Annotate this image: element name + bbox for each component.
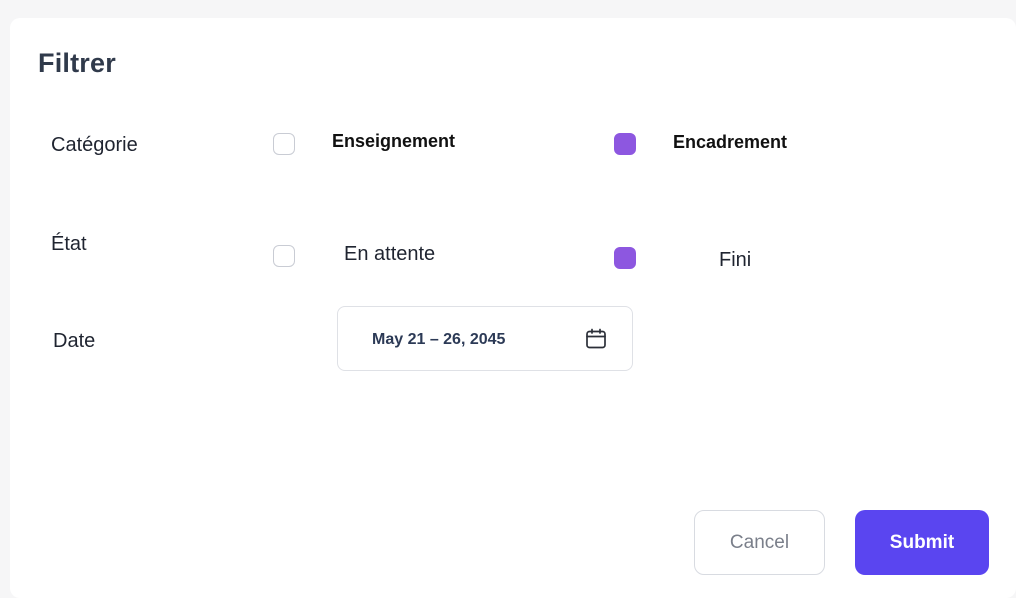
option-label-fini: Fini	[719, 249, 752, 271]
checkbox-enseignement[interactable]	[273, 133, 295, 155]
date-range-value: May 21 – 26, 2045	[372, 331, 506, 348]
dialog-title: Filtrer	[38, 48, 116, 78]
submit-button[interactable]: Submit	[855, 510, 989, 575]
state-label: État	[51, 233, 87, 255]
calendar-icon[interactable]	[584, 327, 608, 351]
option-label-encadrement: Encadrement	[673, 132, 788, 152]
category-label: Catégorie	[51, 134, 138, 156]
option-label-en-attente: En attente	[344, 243, 436, 265]
option-label-enseignement: Enseignement	[332, 131, 456, 151]
date-range-picker[interactable]: May 21 – 26, 2045	[337, 306, 633, 371]
checkbox-fini[interactable]	[614, 247, 636, 269]
checkbox-encadrement[interactable]	[614, 133, 636, 155]
date-label: Date	[53, 330, 96, 352]
checkbox-en-attente[interactable]	[273, 245, 295, 267]
cancel-button[interactable]: Cancel	[694, 510, 825, 575]
